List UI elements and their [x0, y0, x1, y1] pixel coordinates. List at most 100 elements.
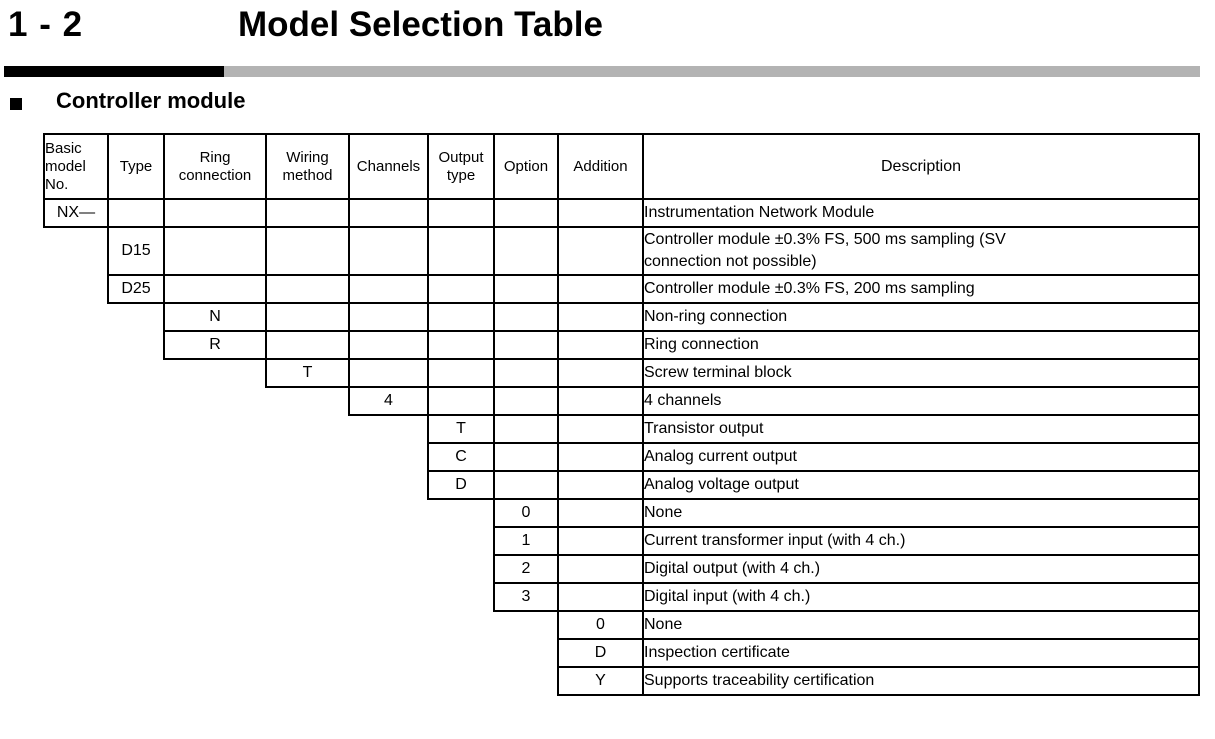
empty-spacer-cell — [494, 667, 558, 695]
empty-spacer-cell — [428, 583, 494, 611]
column-header-option: Option — [493, 133, 559, 200]
description-cell: Analog current output — [642, 442, 1200, 472]
empty-spacer-cell — [108, 555, 164, 583]
column-header-ring-connection: Ring connection — [163, 133, 267, 200]
empty-spacer-cell — [266, 611, 349, 639]
table-row: 0 None — [44, 498, 1200, 528]
description-cell: Digital input (with 4 ch.) — [642, 582, 1200, 612]
table-row: D Analog voltage output — [44, 470, 1200, 500]
description-cell: Inspection certificate — [642, 638, 1200, 668]
empty-spacer-cell — [349, 583, 428, 611]
column-header-basic-model-no: Basic model No. — [43, 133, 109, 200]
empty-spacer-cell — [44, 331, 108, 359]
column-header-addition: Addition — [557, 133, 644, 200]
empty-spacer-cell — [266, 387, 349, 415]
table-cell-empty — [348, 198, 429, 228]
table-cell-empty — [557, 470, 644, 500]
model-code-cell: 2 — [493, 554, 559, 584]
empty-spacer-cell — [349, 555, 428, 583]
table-row: D Inspection certificate — [44, 638, 1200, 668]
empty-spacer-cell — [349, 639, 428, 667]
table-cell-empty — [557, 386, 644, 416]
empty-spacer-cell — [164, 527, 266, 555]
table-cell-empty — [348, 302, 429, 332]
table-cell-empty — [163, 274, 267, 304]
header-line: Ring — [199, 148, 231, 166]
subsection-heading: Controller module — [0, 86, 600, 120]
table-cell-empty — [557, 226, 644, 276]
description-cell: Controller module ±0.3% FS, 200 ms sampl… — [642, 274, 1200, 304]
empty-spacer-cell — [428, 667, 494, 695]
empty-spacer-cell — [44, 527, 108, 555]
table-cell-empty — [265, 330, 350, 360]
empty-spacer-cell — [266, 527, 349, 555]
empty-spacer-cell — [164, 471, 266, 499]
empty-spacer-cell — [44, 415, 108, 443]
header-line: method — [282, 166, 333, 184]
table-cell-empty — [427, 386, 495, 416]
table-row: 0 None — [44, 610, 1200, 640]
page-title: Model Selection Table — [238, 5, 603, 44]
table-cell-empty — [163, 226, 267, 276]
model-code-cell: D — [557, 638, 644, 668]
empty-spacer-cell — [44, 499, 108, 527]
table-cell-empty — [493, 470, 559, 500]
header-divider-accent — [4, 66, 224, 77]
description-cell: Screw terminal block — [642, 358, 1200, 388]
empty-spacer-cell — [44, 471, 108, 499]
empty-spacer-cell — [349, 499, 428, 527]
description-cell: Ring connection — [642, 330, 1200, 360]
table-cell-empty — [265, 198, 350, 228]
table-row: R Ring connection — [44, 330, 1200, 360]
table-row: D25 Controller module ±0.3% FS, 200 ms sa… — [44, 274, 1200, 304]
table-cell-empty — [557, 442, 644, 472]
empty-spacer-cell — [266, 499, 349, 527]
description-cell: Current transformer input (with 4 ch.) — [642, 526, 1200, 556]
empty-spacer-cell — [164, 667, 266, 695]
table-cell-empty — [265, 226, 350, 276]
header-line: Basic — [45, 139, 82, 157]
empty-spacer-cell — [164, 583, 266, 611]
empty-spacer-cell — [108, 359, 164, 387]
empty-spacer-cell — [108, 583, 164, 611]
table-cell-empty — [557, 302, 644, 332]
empty-spacer-cell — [349, 415, 428, 443]
empty-spacer-cell — [108, 499, 164, 527]
empty-spacer-cell — [108, 387, 164, 415]
empty-spacer-cell — [266, 667, 349, 695]
table-cell-empty — [557, 358, 644, 388]
empty-spacer-cell — [164, 611, 266, 639]
table-body: NX— Instrumentation Network Module D15 Cont… — [43, 198, 1200, 696]
empty-spacer-cell — [349, 471, 428, 499]
square-bullet-icon — [10, 98, 22, 110]
empty-spacer-cell — [164, 639, 266, 667]
table-cell-empty — [348, 358, 429, 388]
empty-spacer-cell — [108, 471, 164, 499]
description-cell: None — [642, 498, 1200, 528]
empty-spacer-cell — [44, 227, 108, 275]
table-cell-empty — [348, 274, 429, 304]
section-number: 1 - 2 — [8, 5, 84, 44]
table-cell-empty — [427, 330, 495, 360]
empty-spacer-cell — [108, 611, 164, 639]
table-cell-empty — [493, 302, 559, 332]
empty-spacer-cell — [266, 583, 349, 611]
table-cell-empty — [348, 226, 429, 276]
table-cell-empty — [493, 274, 559, 304]
column-header-channels: Channels — [348, 133, 429, 200]
table-cell-empty — [163, 198, 267, 228]
table-cell-empty — [557, 330, 644, 360]
model-code-cell: Y — [557, 666, 644, 696]
table-cell-empty — [493, 358, 559, 388]
empty-spacer-cell — [428, 611, 494, 639]
table-cell-empty — [427, 226, 495, 276]
description-line: connection not possible) — [644, 253, 817, 270]
table-cell-empty — [265, 302, 350, 332]
empty-spacer-cell — [44, 639, 108, 667]
table-cell-empty — [265, 274, 350, 304]
empty-spacer-cell — [108, 303, 164, 331]
empty-spacer-cell — [44, 387, 108, 415]
empty-spacer-cell — [428, 639, 494, 667]
header-line: Wiring — [286, 148, 329, 166]
table-row: 3 Digital input (with 4 ch.) — [44, 582, 1200, 612]
